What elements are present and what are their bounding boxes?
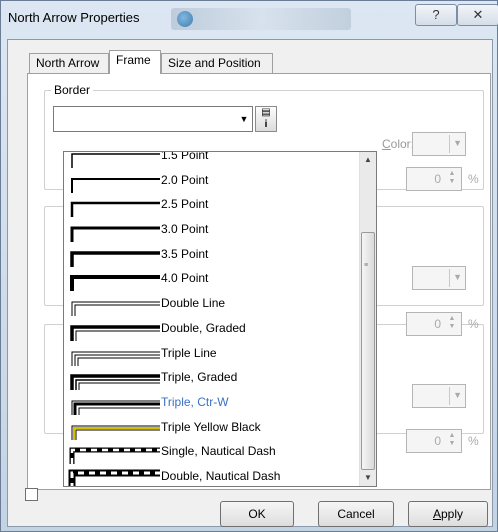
scroll-down-icon[interactable]: ▼: [360, 470, 376, 486]
frame-style-preview-icon: [71, 301, 160, 317]
close-button[interactable]: ✕: [457, 4, 498, 26]
background-gap-value: 0: [434, 317, 441, 331]
frame-style-preview-icon: [70, 275, 160, 292]
shadow-gap-spinner[interactable]: 0 ▲ ▼: [406, 429, 462, 453]
dropdown-item[interactable]: Double, Graded: [64, 317, 360, 342]
dropdown-item[interactable]: Double, Nautical Dash: [64, 465, 360, 486]
frame-style-preview-icon: [70, 374, 160, 391]
dropdown-item[interactable]: Triple, Ctr-W: [64, 391, 360, 416]
tab-north-arrow[interactable]: North Arrow: [29, 53, 109, 73]
dropdown-item[interactable]: 1.5 Point: [64, 151, 360, 169]
border-gap-unit: %: [468, 172, 479, 186]
border-group-label: Border: [51, 83, 94, 97]
border-gap-value: 0: [434, 172, 441, 186]
ok-button[interactable]: OK: [220, 501, 294, 527]
dropdown-item[interactable]: 2.0 Point: [64, 169, 360, 194]
border-gap-spinner[interactable]: 0 ▲ ▼: [406, 167, 462, 191]
help-button[interactable]: ?: [415, 4, 457, 26]
chevron-down-icon: ▼: [453, 138, 462, 148]
frame-style-preview-icon: [70, 325, 160, 341]
dropdown-item-label: 2.0 Point: [161, 172, 209, 187]
dropdown-scrollbar[interactable]: ▲ ≡ ▼: [359, 152, 376, 486]
dropdown-item-label: Double Line: [161, 296, 226, 311]
dropdown-item-label: Triple, Graded: [161, 370, 238, 385]
frame-style-preview-icon: [71, 400, 160, 415]
dropdown-item[interactable]: 2.5 Point: [64, 193, 360, 218]
background-gap-unit: %: [468, 317, 479, 331]
spinner-arrows-icon[interactable]: ▲ ▼: [445, 432, 459, 450]
border-color-label: Color:: [382, 137, 415, 151]
chevron-down-icon[interactable]: ▼: [236, 107, 252, 131]
dropdown-item[interactable]: Triple, Graded: [64, 366, 360, 391]
window-title: North Arrow Properties: [8, 10, 140, 25]
cancel-button[interactable]: Cancel: [318, 501, 394, 527]
frame-style-preview-icon: [71, 425, 160, 440]
frame-style-preview-icon: [70, 202, 160, 218]
dropdown-item[interactable]: Double Line: [64, 292, 360, 317]
dropdown-item-label: Triple, Ctr-W: [161, 394, 229, 409]
dropdown-item-label: 3.0 Point: [161, 222, 209, 237]
app-icon: [177, 11, 193, 27]
dropdown-item-label: 1.5 Point: [161, 151, 209, 162]
dropdown-item-label: Triple Line: [161, 345, 217, 360]
title-bar[interactable]: North Arrow Properties ? ✕: [1, 1, 498, 39]
frame-style-preview-icon: [70, 226, 160, 243]
apply-button[interactable]: Apply: [408, 501, 488, 527]
frame-style-preview-icon: [71, 153, 160, 168]
draft-mode-checkbox[interactable]: [25, 488, 38, 501]
frame-style-preview-icon: [71, 177, 160, 193]
dropdown-item[interactable]: 4.0 Point: [64, 267, 360, 292]
chevron-down-icon: ▼: [453, 390, 462, 400]
border-style-dropdown-list[interactable]: 1.5 Point 2.0 Point 2.5 Point 3.0 Point 3.5 …: [63, 151, 377, 487]
background-gap-spinner[interactable]: 0 ▲ ▼: [406, 312, 462, 336]
border-properties-button[interactable]: ▤ i: [255, 106, 277, 132]
dropdown-item[interactable]: 3.5 Point: [64, 243, 360, 268]
dropdown-item[interactable]: Single, Nautical Dash: [64, 440, 360, 465]
dropdown-item[interactable]: Triple Yellow Black: [64, 416, 360, 441]
spinner-arrows-icon[interactable]: ▲ ▼: [445, 315, 459, 333]
border-style-combobox[interactable]: ▼: [53, 106, 253, 132]
border-color-picker[interactable]: ▼: [412, 132, 466, 156]
chevron-down-icon: ▼: [453, 272, 462, 282]
tab-frame[interactable]: Frame: [109, 50, 161, 74]
shadow-gap-value: 0: [434, 434, 441, 448]
dropdown-item-label: 4.0 Point: [161, 271, 209, 286]
dialog-window: North Arrow Properties ? ✕ North Arrow F…: [0, 0, 498, 532]
dropdown-item[interactable]: 3.0 Point: [64, 218, 360, 243]
dropdown-items: 1.5 Point 2.0 Point 2.5 Point 3.0 Point 3.5 …: [64, 151, 360, 486]
frame-style-preview-icon: [71, 351, 160, 366]
dropdown-item-label: Double, Nautical Dash: [161, 468, 281, 483]
dropdown-item[interactable]: Triple Line: [64, 342, 360, 367]
dropdown-item-label: Triple Yellow Black: [161, 419, 261, 434]
frame-style-preview-icon: [69, 447, 160, 465]
shadow-color-picker[interactable]: ▼: [412, 384, 466, 408]
background-window-title: [171, 8, 351, 30]
frame-style-preview-icon: [70, 251, 160, 267]
shadow-gap-unit: %: [468, 434, 479, 448]
dropdown-item-label: Single, Nautical Dash: [161, 444, 276, 459]
scroll-up-icon[interactable]: ▲: [360, 152, 376, 168]
spinner-arrows-icon[interactable]: ▲ ▼: [445, 170, 459, 188]
dropdown-item-label: 2.5 Point: [161, 197, 209, 212]
tab-size-and-position[interactable]: Size and Position: [161, 53, 273, 73]
frame-style-preview-icon: [68, 469, 160, 486]
dropdown-item-label: 3.5 Point: [161, 246, 209, 261]
background-color-picker[interactable]: ▼: [412, 266, 466, 290]
dropdown-item-label: Double, Graded: [161, 320, 246, 335]
grip-icon: ≡: [364, 262, 369, 269]
